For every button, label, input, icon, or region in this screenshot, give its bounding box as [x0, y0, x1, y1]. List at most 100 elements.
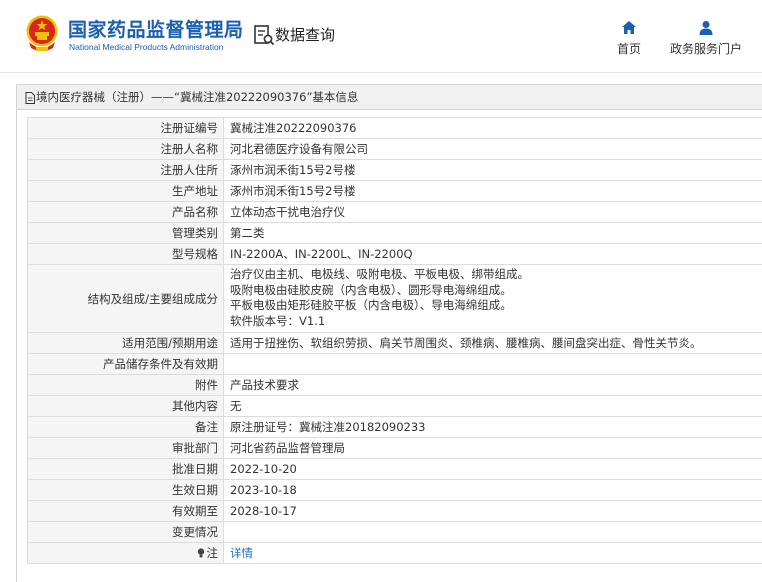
table-row: 审批部门河北省药品监督管理局	[28, 438, 762, 459]
field-label-text: 注册证编号	[161, 121, 219, 135]
field-value-text: 2023-10-18	[230, 483, 297, 497]
field-label-text: 审批部门	[172, 441, 218, 455]
field-label-text: 备注	[195, 420, 218, 434]
field-label: 型号规格	[28, 244, 224, 265]
table-row: 管理类别第二类	[28, 223, 762, 244]
nav-service-portal[interactable]: 政务服务门户	[666, 20, 746, 57]
table-row: 备注原注册证号：冀械注准20182090233	[28, 417, 762, 438]
header-divider	[0, 72, 762, 73]
field-label-text: 批准日期	[172, 462, 218, 476]
field-label: 注	[28, 543, 224, 564]
table-row: 产品储存条件及有效期	[28, 354, 762, 375]
table-row: 批准日期 2022-10-20	[28, 459, 762, 480]
field-value: 详情	[224, 543, 762, 564]
field-value-text: 涿州市润禾街15号2号楼	[230, 184, 355, 198]
field-label: 产品储存条件及有效期	[28, 354, 224, 375]
table-row: 生产地址涿州市润禾街15号2号楼	[28, 181, 762, 202]
field-value-line: 吸附电极由硅胶皮碗（内含电极）、圆形导电海绵组成。	[230, 283, 756, 299]
field-label: 审批部门	[28, 438, 224, 459]
document-icon	[25, 92, 35, 104]
field-value-line: 平板电极由矩形硅胶平板（内含电极）、导电海绵组成。	[230, 298, 756, 314]
table-row: 有效期至 2028-10-17	[28, 501, 762, 522]
field-value: 冀械注准20222090376	[224, 118, 762, 139]
field-value-text: 无	[230, 399, 242, 413]
data-query-icon	[253, 24, 275, 46]
field-value: 适用于扭挫伤、软组织劳损、肩关节周围炎、颈椎病、腰椎病、腰间盘突出症、骨性关节炎…	[224, 333, 762, 354]
site-header: 国家药品监督管理局 National Medical Products Admi…	[0, 0, 762, 72]
table-row: 注册人住所涿州市润禾街15号2号楼	[28, 160, 762, 181]
field-label: 适用范围/预期用途	[28, 333, 224, 354]
field-value: 治疗仪由主机、电极线、吸附电极、平板电极、绑带组成。吸附电极由硅胶皮碗（内含电极…	[224, 265, 762, 333]
details-link[interactable]: 详情	[230, 546, 253, 560]
field-label: 结构及组成/主要组成成分	[28, 265, 224, 333]
field-label: 备注	[28, 417, 224, 438]
table-row: 适用范围/预期用途适用于扭挫伤、软组织劳损、肩关节周围炎、颈椎病、腰椎病、腰间盘…	[28, 333, 762, 354]
field-label-text: 产品名称	[172, 205, 218, 219]
nav-portal-label: 政务服务门户	[670, 42, 742, 56]
field-label: 变更情况	[28, 522, 224, 543]
field-label-text: 附件	[195, 378, 218, 392]
field-label-text: 其他内容	[172, 399, 218, 413]
table-row: 注册证编号冀械注准20222090376	[28, 118, 762, 139]
query-title: 数据查询	[275, 24, 335, 45]
panel-title: 境内医疗器械（注册）——“冀械注准20222090376”基本信息	[36, 90, 358, 104]
detail-panel: 境内医疗器械（注册）——“冀械注准20222090376”基本信息 注册证编号冀…	[16, 84, 762, 582]
field-label: 批准日期	[28, 459, 224, 480]
panel-header: 境内医疗器械（注册）——“冀械注准20222090376”基本信息	[17, 85, 762, 110]
field-value: 涿州市润禾街15号2号楼	[224, 160, 762, 181]
field-value-text: 河北君德医疗设备有限公司	[230, 142, 368, 156]
national-emblem-icon	[25, 14, 59, 52]
field-value: 无	[224, 396, 762, 417]
field-label: 注册证编号	[28, 118, 224, 139]
field-label-text: 注册人名称	[161, 142, 219, 156]
field-value: IN-2200A、IN-2200L、IN-2200Q	[224, 244, 762, 265]
field-value: 2028-10-17	[224, 501, 762, 522]
field-value-text: 立体动态干扰电治疗仪	[230, 205, 345, 219]
field-value-text: 2028-10-17	[230, 504, 297, 518]
field-value-text: 适用于扭挫伤、软组织劳损、肩关节周围炎、颈椎病、腰椎病、腰间盘突出症、骨性关节炎…	[230, 336, 702, 350]
field-value: 涿州市润禾街15号2号楼	[224, 181, 762, 202]
field-value-line: 软件版本号：V1.1	[230, 314, 756, 330]
field-value: 2023-10-18	[224, 480, 762, 501]
field-value-text: 涿州市润禾街15号2号楼	[230, 163, 355, 177]
field-label-text: 生效日期	[172, 483, 218, 497]
field-label: 有效期至	[28, 501, 224, 522]
field-value-text: 冀械注准20222090376	[230, 121, 356, 135]
field-label: 附件	[28, 375, 224, 396]
home-icon	[621, 20, 637, 36]
field-value: 第二类	[224, 223, 762, 244]
table-row: 生效日期 2023-10-18	[28, 480, 762, 501]
field-value: 立体动态干扰电治疗仪	[224, 202, 762, 223]
field-value-text: 河北省药品监督管理局	[230, 441, 345, 455]
table-row: 注详情	[28, 543, 762, 564]
field-label-text: 产品储存条件及有效期	[103, 357, 218, 371]
field-label-text: 生产地址	[172, 184, 218, 198]
field-value: 2022-10-20	[224, 459, 762, 480]
field-label: 产品名称	[28, 202, 224, 223]
field-value-text: IN-2200A、IN-2200L、IN-2200Q	[230, 247, 413, 261]
field-label: 注册人住所	[28, 160, 224, 181]
field-value-text: 产品技术要求	[230, 378, 299, 392]
table-row: 附件产品技术要求	[28, 375, 762, 396]
field-value	[224, 354, 762, 375]
nav-home[interactable]: 首页	[611, 20, 647, 57]
info-table: 注册证编号冀械注准20222090376注册人名称河北君德医疗设备有限公司注册人…	[27, 117, 762, 564]
field-value	[224, 522, 762, 543]
field-value: 原注册证号：冀械注准20182090233	[224, 417, 762, 438]
field-label-text: 结构及组成/主要组成成分	[88, 292, 218, 306]
field-value: 产品技术要求	[224, 375, 762, 396]
org-name-cn: 国家药品监督管理局	[68, 15, 244, 42]
user-icon	[698, 20, 714, 36]
org-name-en: National Medical Products Administration	[69, 42, 224, 52]
table-row: 产品名称立体动态干扰电治疗仪	[28, 202, 762, 223]
field-label: 生效日期	[28, 480, 224, 501]
field-label-text: 注	[207, 546, 219, 560]
table-row: 注册人名称河北君德医疗设备有限公司	[28, 139, 762, 160]
field-label-text: 注册人住所	[161, 163, 219, 177]
field-label-text: 管理类别	[172, 226, 218, 240]
table-row: 变更情况	[28, 522, 762, 543]
field-value-text: 2022-10-20	[230, 462, 297, 476]
field-value-text: 第二类	[230, 226, 265, 240]
field-label: 其他内容	[28, 396, 224, 417]
table-row: 型号规格 IN-2200A、IN-2200L、IN-2200Q	[28, 244, 762, 265]
